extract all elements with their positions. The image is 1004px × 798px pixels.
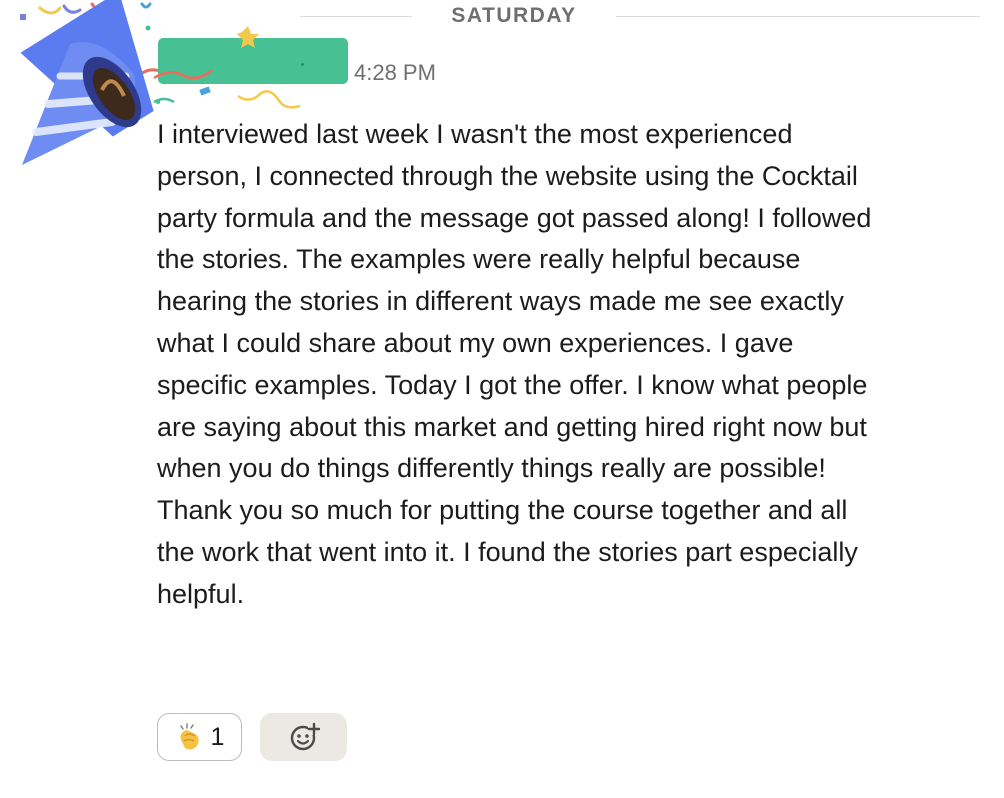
message-pane: SATURDAY 4:28 PM I interviewed last week…	[0, 0, 1004, 798]
message-timestamp[interactable]: 4:28 PM	[354, 60, 436, 86]
add-emoji-icon	[290, 722, 320, 751]
message-body: I interviewed last week I wasn't the mos…	[157, 119, 872, 609]
clapping-hands-icon	[179, 723, 199, 750]
divider-line-right	[616, 16, 980, 17]
sender-avatar[interactable]	[0, 0, 210, 175]
confetti-decoration	[153, 26, 301, 109]
add-reaction-button[interactable]	[260, 713, 347, 761]
divider-line-left	[300, 16, 412, 17]
reaction-count: 1	[210, 722, 225, 751]
party-popper-icon	[20, 0, 210, 165]
reaction-clap-button[interactable]: 1	[157, 713, 242, 761]
day-divider-label: SATURDAY	[451, 4, 577, 27]
